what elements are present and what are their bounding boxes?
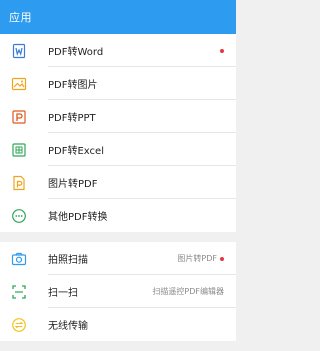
excel-icon — [11, 142, 27, 158]
menu-item-label: 图片转PDF — [48, 179, 98, 190]
menu-item-pdf-to-word[interactable]: PDF转Word — [0, 34, 236, 67]
menu-item-label: PDF转图片 — [48, 80, 98, 91]
page-title: 应用 — [9, 11, 32, 24]
menu-item-image-to-pdf[interactable]: 图片转PDF — [0, 166, 236, 199]
menu-item-label: 其他PDF转换 — [48, 212, 108, 223]
menu-item-wireless-transfer[interactable]: 无线传输 — [0, 308, 236, 341]
menu-item-hint: 扫描遥控PDF编辑器 — [152, 287, 224, 296]
notification-dot — [220, 256, 224, 261]
menu-item-label: PDF转Word — [48, 47, 104, 58]
menu-item-photo-scan[interactable]: 拍照扫描 图片转PDF — [0, 242, 236, 275]
tools-section: 拍照扫描 图片转PDF 扫一扫 扫描遥控PDF编辑器 无线传输 — [0, 242, 236, 341]
menu-item-label: 拍照扫描 — [48, 255, 88, 266]
menu-item-hint: 图片转PDF — [177, 254, 217, 263]
menu-item-label: 无线传输 — [48, 321, 88, 332]
menu-item-pdf-to-excel[interactable]: PDF转Excel — [0, 133, 236, 166]
menu-item-label: PDF转PPT — [48, 113, 96, 124]
menu-item-scan-qr[interactable]: 扫一扫 扫描遥控PDF编辑器 — [0, 275, 236, 308]
pdf-file-icon — [11, 175, 27, 191]
image-icon — [11, 76, 27, 92]
section-gap — [0, 232, 236, 242]
scan-icon — [11, 284, 27, 300]
menu-item-other-pdf-convert[interactable]: 其他PDF转换 — [0, 199, 236, 232]
convert-section: PDF转Word PDF转图片 PDF转PPT PDF转Excel 图片转PDF — [0, 34, 236, 232]
transfer-icon — [11, 317, 27, 333]
menu-item-pdf-to-image[interactable]: PDF转图片 — [0, 67, 236, 100]
more-icon — [11, 208, 27, 224]
notification-dot — [220, 48, 224, 53]
bottom-strip — [0, 341, 236, 346]
menu-item-pdf-to-ppt[interactable]: PDF转PPT — [0, 100, 236, 133]
app-header: 应用 — [0, 0, 236, 34]
menu-item-label: 扫一扫 — [48, 288, 78, 299]
word-doc-icon — [11, 43, 27, 59]
menu-item-label: PDF转Excel — [48, 146, 104, 157]
camera-icon — [11, 251, 27, 267]
ppt-icon — [11, 109, 27, 125]
